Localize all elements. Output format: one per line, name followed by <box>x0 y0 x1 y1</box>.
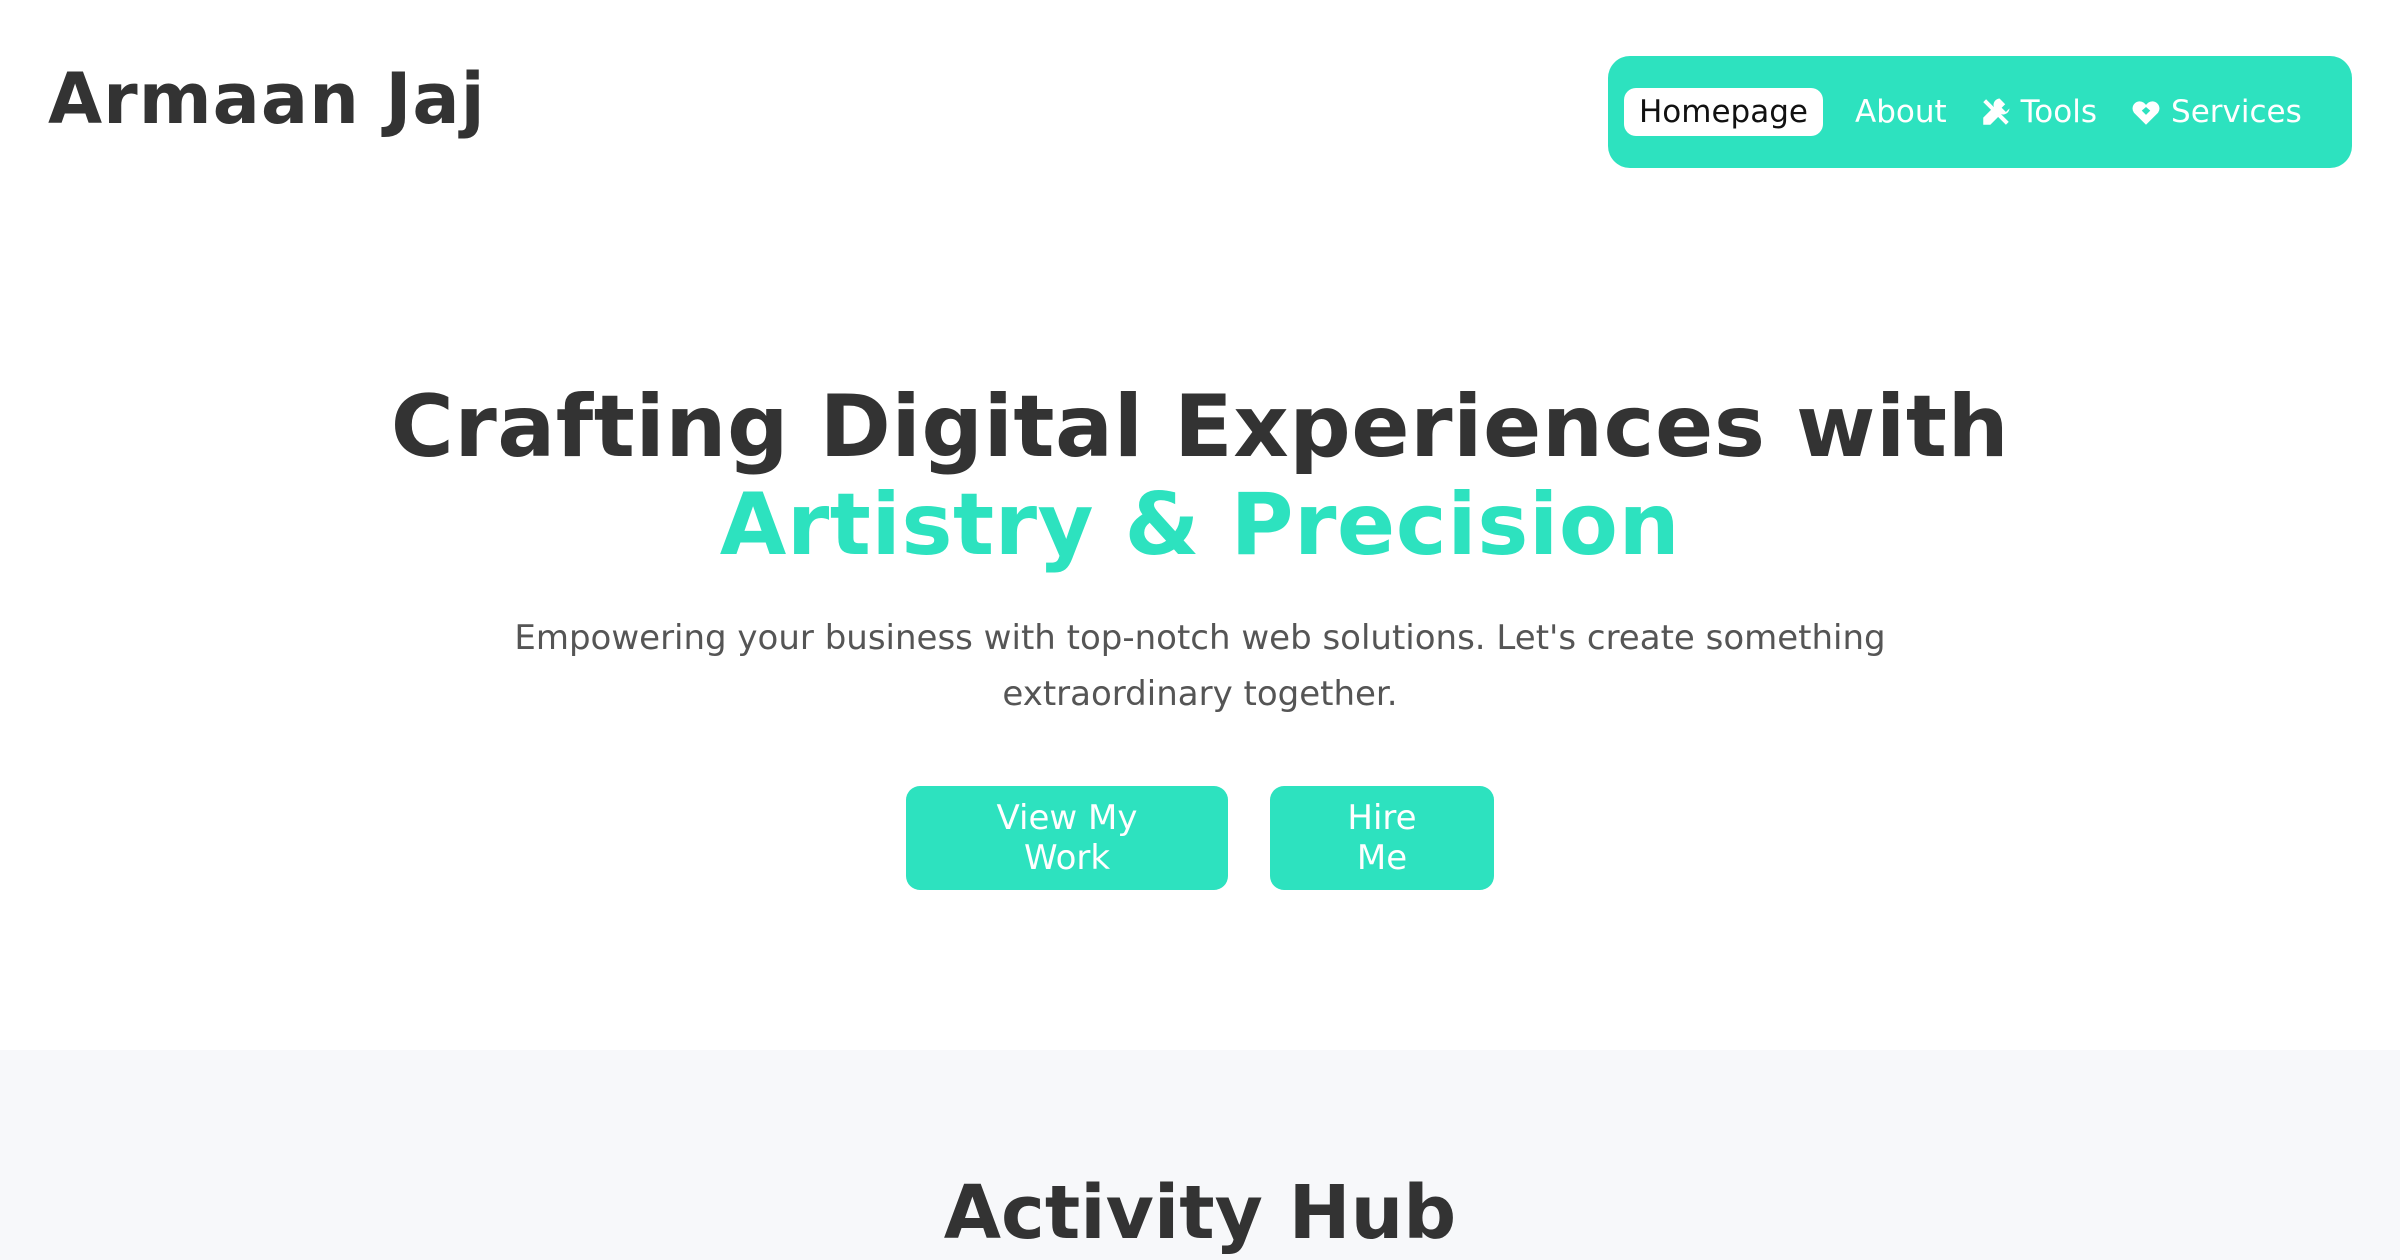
hero-actions: View My Work Hire Me <box>0 786 2400 890</box>
hire-me-button[interactable]: Hire Me <box>1270 786 1494 890</box>
nav-item-services[interactable]: Services <box>2129 88 2302 136</box>
nav-item-about[interactable]: About <box>1855 88 1947 136</box>
nav-item-label: About <box>1854 93 1947 130</box>
brand-name[interactable]: Armaan Jaj <box>48 64 486 134</box>
section-title: Activity Hub <box>943 1170 1457 1256</box>
nav-item-label: Services <box>2171 93 2302 130</box>
hero-subtitle: Empowering your business with top-notch … <box>514 618 1886 714</box>
nav-item-label: Tools <box>2020 93 2098 130</box>
hero-title-line: Crafting Digital Experiences with <box>390 377 2010 477</box>
activity-hub-section: Activity Hub <box>0 1050 2400 1260</box>
site-header: Armaan Jaj Homepage About Tools Services <box>0 0 2400 220</box>
hero-title-accent: Artistry & Precision <box>719 475 1681 575</box>
view-my-work-button[interactable]: View My Work <box>906 786 1228 890</box>
handshake-icon <box>2132 101 2160 125</box>
tools-icon <box>1982 98 2010 125</box>
main-nav: Homepage About Tools Services <box>1608 56 2352 168</box>
nav-item-label: Homepage <box>1639 93 1808 130</box>
hero-section: Crafting Digital Experiences with Artist… <box>0 220 2400 1050</box>
nav-item-tools[interactable]: Tools <box>1979 88 2097 136</box>
hero-title: Crafting Digital Experiences with Artist… <box>0 378 2400 574</box>
nav-item-homepage[interactable]: Homepage <box>1624 88 1823 136</box>
